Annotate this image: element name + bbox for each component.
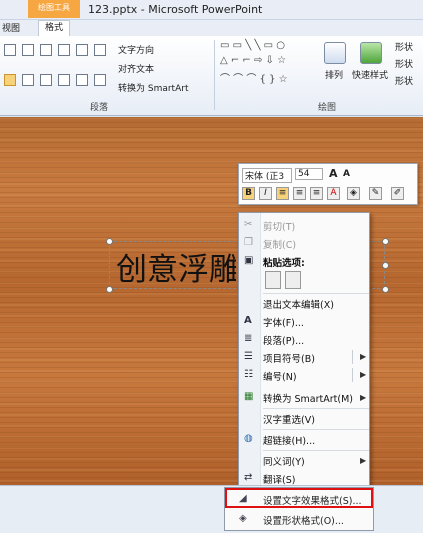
- highlight-box: [225, 488, 373, 508]
- shrink-font-icon[interactable]: A: [343, 169, 350, 179]
- menu-separator: [263, 450, 369, 451]
- scissors-icon: ✂: [244, 219, 253, 230]
- resize-handle[interactable]: [382, 262, 389, 269]
- paste-icon: ▣: [244, 255, 254, 266]
- quick-styles-button[interactable]: 快速样式: [352, 68, 388, 81]
- outdent-icon[interactable]: [40, 44, 52, 56]
- quick-styles-icon[interactable]: [360, 42, 382, 64]
- bullets-icon[interactable]: [4, 44, 16, 56]
- group-separator: [214, 40, 215, 110]
- text-direction-button[interactable]: 文字方向: [118, 43, 154, 56]
- menu-item-copy[interactable]: 复制(C): [263, 237, 296, 251]
- shape-outline-button[interactable]: 形状: [395, 57, 413, 70]
- menu-item-paragraph[interactable]: 段落(P)...: [263, 333, 304, 347]
- smartart-icon: ▦: [244, 391, 254, 402]
- arrange-button[interactable]: 排列: [325, 68, 343, 81]
- submenu-arrow-icon[interactable]: ▶: [360, 352, 366, 361]
- menu-item-reconversion[interactable]: 汉字重选(V): [263, 412, 315, 426]
- align-text-button[interactable]: 对齐文本: [118, 62, 154, 75]
- align-right-icon[interactable]: ≡: [310, 187, 323, 200]
- menu-separator: [263, 429, 369, 430]
- split-divider: [352, 368, 353, 382]
- menu-item-convert-smartart[interactable]: 转换为 SmartArt(M): [263, 391, 353, 405]
- line-color-icon[interactable]: ✎: [369, 187, 382, 200]
- translate-icon: ⇄: [244, 472, 253, 483]
- tab-format[interactable]: 格式: [38, 20, 71, 36]
- italic-icon[interactable]: I: [259, 187, 272, 200]
- shape-fill-button[interactable]: 形状: [395, 40, 413, 53]
- format-painter-icon[interactable]: ✐: [391, 187, 404, 200]
- window-title: 123.pptx - Microsoft PowerPoint: [88, 3, 263, 16]
- ribbon-tabs: 视图 格式: [0, 20, 423, 36]
- indent-icon[interactable]: [22, 44, 34, 56]
- font-size-field[interactable]: 54: [295, 168, 323, 180]
- menu-item-font[interactable]: 字体(F)...: [263, 315, 304, 329]
- copy-icon: ❐: [244, 237, 253, 248]
- column-layout-icon[interactable]: [94, 74, 106, 86]
- font-icon: A: [244, 315, 252, 326]
- menu-item-format-shape[interactable]: 设置形状格式(O)...: [263, 513, 344, 527]
- arrange-icon[interactable]: [324, 42, 346, 64]
- title-bar: 绘图工具 123.pptx - Microsoft PowerPoint: [0, 0, 423, 20]
- numbering-icon[interactable]: [58, 44, 70, 56]
- paragraph-icon: ≣: [244, 333, 253, 344]
- numbering-icon: ☷: [244, 369, 253, 380]
- align-center-icon[interactable]: [22, 74, 34, 86]
- slide-title-text[interactable]: 创意浮雕: [116, 244, 236, 289]
- split-divider: [352, 350, 353, 364]
- context-menu: ✂ 剪切(T) ❐ 复制(C) ▣ 粘贴选项: 退出文本编辑(X) A 字体(F…: [238, 212, 370, 492]
- resize-handle[interactable]: [382, 286, 389, 293]
- align-left-icon[interactable]: ≡: [276, 187, 289, 200]
- resize-handle[interactable]: [106, 286, 113, 293]
- shape-gallery[interactable]: ▭ ▭ ╲ ╲ ▭ ○: [220, 40, 285, 51]
- menu-item-paste-options: 粘贴选项:: [263, 258, 305, 269]
- shape-gallery-row3[interactable]: ⌒ ⌒ ⌒ { } ☆: [220, 70, 288, 85]
- submenu-arrow-icon[interactable]: ▶: [360, 393, 366, 402]
- bold-icon[interactable]: B: [242, 187, 255, 200]
- resize-handle[interactable]: [106, 238, 113, 245]
- align-left-icon[interactable]: [4, 74, 16, 86]
- resize-handle[interactable]: [382, 238, 389, 245]
- paste-keep-format-icon[interactable]: [265, 271, 281, 289]
- tab-view[interactable]: 视图: [2, 21, 20, 34]
- justify-icon[interactable]: [58, 74, 70, 86]
- shape-gallery-row2[interactable]: △ ⌐ ⌐ ⇨ ⇩ ☆: [220, 55, 286, 66]
- menu-item-exit-text-edit[interactable]: 退出文本编辑(X): [263, 297, 334, 311]
- grow-font-icon[interactable]: A: [329, 167, 338, 180]
- drawing-group-label: 绘图: [318, 103, 337, 113]
- convert-smartart-button[interactable]: 转换为 SmartArt: [118, 81, 188, 94]
- format-shape-icon: ◈: [239, 513, 247, 524]
- mini-toolbar: 宋体 (正3 54 A A B I ≡ ≡ ≡ A ◈ ✎ ✐: [238, 163, 418, 205]
- shape-effects-button[interactable]: 形状: [395, 74, 413, 87]
- context-tab-drawing-tools[interactable]: 绘图工具: [28, 0, 80, 18]
- align-right-icon[interactable]: [40, 74, 52, 86]
- menu-item-cut[interactable]: 剪切(T): [263, 219, 295, 233]
- submenu-arrow-icon[interactable]: ▶: [360, 370, 366, 379]
- globe-icon: ◍: [244, 433, 253, 444]
- columns-icon[interactable]: [94, 44, 106, 56]
- menu-item-hyperlink[interactable]: 超链接(H)...: [263, 433, 315, 447]
- font-name-field[interactable]: 宋体 (正3: [242, 168, 292, 183]
- menu-separator: [263, 293, 369, 294]
- menu-item-synonyms[interactable]: 同义词(Y): [263, 454, 305, 468]
- line-spacing-icon[interactable]: [76, 44, 88, 56]
- distributed-icon[interactable]: [76, 74, 88, 86]
- highlight-icon[interactable]: ◈: [347, 187, 360, 200]
- ribbon: 文字方向 对齐文本 转换为 SmartArt 段落 ▭ ▭ ╲ ╲ ▭ ○ △ …: [0, 36, 423, 116]
- paste-text-only-icon[interactable]: [285, 271, 301, 289]
- submenu-arrow-icon[interactable]: ▶: [360, 456, 366, 465]
- font-color-icon[interactable]: A: [327, 187, 340, 200]
- paragraph-group-label: 段落: [90, 103, 109, 113]
- menu-separator: [263, 408, 369, 409]
- menu-item-translate[interactable]: 翻译(S): [263, 472, 295, 486]
- bullets-icon: ☰: [244, 351, 253, 362]
- align-center-icon[interactable]: ≡: [293, 187, 306, 200]
- menu-item-bullets[interactable]: 项目符号(B): [263, 351, 315, 365]
- menu-item-numbering[interactable]: 编号(N): [263, 369, 297, 383]
